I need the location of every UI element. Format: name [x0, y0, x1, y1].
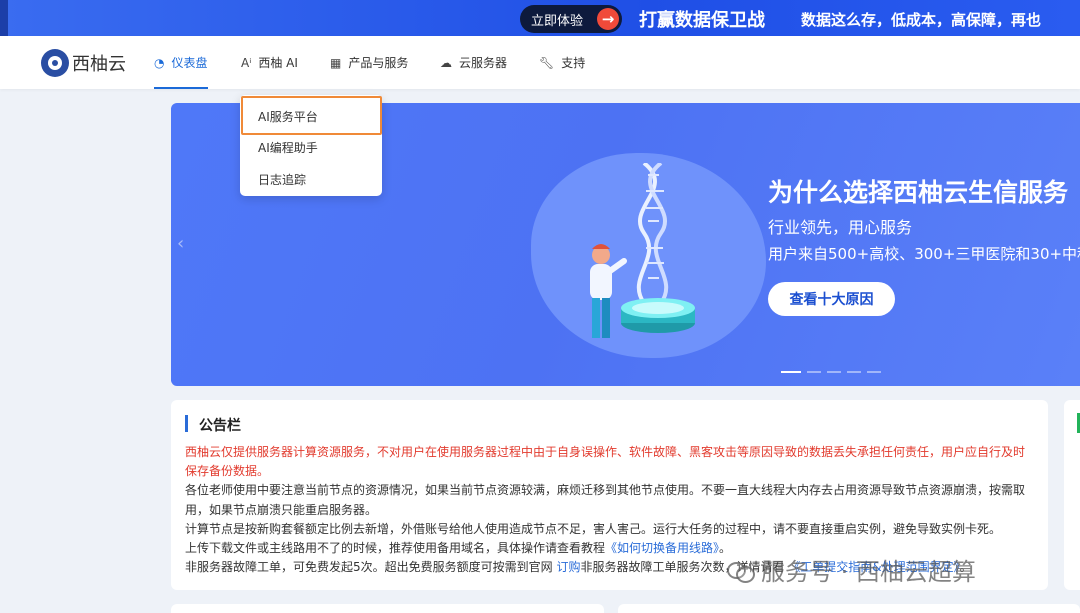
bottom-card: [618, 604, 1080, 613]
arrow-right-icon: →: [597, 8, 619, 30]
nav-item-ai[interactable]: Aⁱ 西柚 AI: [241, 36, 298, 89]
brand-name: 西柚云: [72, 54, 126, 75]
nav-item-label: 产品与服务: [348, 56, 409, 70]
promo-banner: 立即体验 → 打赢数据保卫战 数据这么存，低成本，高保障，再也: [0, 0, 1080, 36]
menu-item-log-tracking[interactable]: 日志追踪: [258, 171, 306, 188]
nav-item-cloud-server[interactable]: ☁ 云服务器: [440, 36, 507, 89]
nav-item-products[interactable]: ▦ 产品与服务: [330, 36, 408, 89]
ai-dropdown-menu: AI服务平台 AI编程助手 日志追踪: [240, 95, 382, 196]
notice-line: 计算节点是按新购套餐额定比例去新增，外借账号给他人使用造成节点不足，害人害己。运…: [185, 521, 1002, 536]
notice-title: 公告栏: [199, 418, 241, 434]
ai-icon: Aⁱ: [241, 55, 252, 70]
notice-text: 上传下载文件或主线路用不了的时候，推荐使用备用域名，具体操作请查看教程: [185, 541, 606, 556]
carousel-dot[interactable]: [827, 371, 841, 373]
promo-title: 打赢数据保卫战: [639, 10, 765, 31]
trial-button-label: 立即体验: [531, 13, 584, 29]
bottom-card: [171, 604, 604, 613]
view-reasons-button[interactable]: 查看十大原因: [768, 282, 895, 316]
hero-title: 为什么选择西柚云生信服务: [768, 178, 1069, 207]
promo-subtitle: 数据这么存，低成本，高保障，再也: [801, 11, 1042, 29]
watermark-text: 服务号 · 西柚云超算: [761, 558, 976, 586]
trial-button[interactable]: 立即体验 →: [520, 5, 622, 33]
nav-item-dashboard[interactable]: ◔ 仪表盘: [154, 36, 208, 89]
carousel-dot[interactable]: [781, 371, 801, 373]
notice-text: 非服务器故障工单，可免费发起5次。超出免费服务额度可按需到官网: [185, 560, 557, 575]
nav-item-label: 支持: [561, 56, 586, 70]
wrench-icon: 🔧︎: [539, 55, 555, 70]
cloud-icon: ☁: [440, 55, 452, 70]
dashboard-icon: ◔: [154, 55, 165, 70]
logo-icon: [41, 49, 69, 77]
nav-item-label: 云服务器: [459, 56, 508, 70]
brand-logo[interactable]: 西柚云: [41, 49, 126, 77]
carousel-dot[interactable]: [867, 371, 881, 373]
notice-accent-bar: [185, 415, 188, 432]
top-nav: 西柚云 ◔ 仪表盘 Aⁱ 西柚 AI ▦ 产品与服务 ☁ 云服务器 🔧︎ 支持: [0, 36, 1080, 89]
hero-description: 用户来自500+高校、300+三甲医院和30+中科: [768, 245, 1080, 263]
notice-line: 各位老师使用中要注意当前节点的资源情况，如果当前节点资源较满，麻烦迁移到其他节点…: [185, 483, 1026, 517]
nav-item-label: 西柚 AI: [258, 56, 298, 70]
order-link[interactable]: 订购: [556, 560, 580, 574]
watermark: 服务号 · 西柚云超算: [727, 552, 976, 587]
menu-item-ai-coding-assistant[interactable]: AI编程助手: [258, 139, 318, 156]
wechat-icon: [727, 559, 755, 583]
nav-item-support[interactable]: 🔧︎ 支持: [539, 36, 585, 89]
chevron-left-icon[interactable]: ‹: [177, 233, 184, 254]
carousel-dot[interactable]: [847, 371, 861, 373]
notice-warning: 西柚云仅提供服务器计算资源服务，不对用户在使用服务器过程中由于自身误操作、软件故…: [185, 445, 1026, 479]
promo-edge: [0, 0, 8, 36]
menu-item-ai-service-platform[interactable]: AI服务平台: [258, 108, 318, 125]
nav-item-label: 仪表盘: [171, 56, 208, 70]
switch-backup-line-link[interactable]: 《如何切换备用线路》: [605, 541, 719, 555]
dna-scientist-illustration: [590, 163, 695, 338]
grid-icon: ▦: [330, 55, 342, 70]
hero-subtitle: 行业领先，用心服务: [768, 218, 913, 237]
carousel-dot[interactable]: [807, 371, 821, 373]
carousel-indicators: [781, 371, 881, 373]
